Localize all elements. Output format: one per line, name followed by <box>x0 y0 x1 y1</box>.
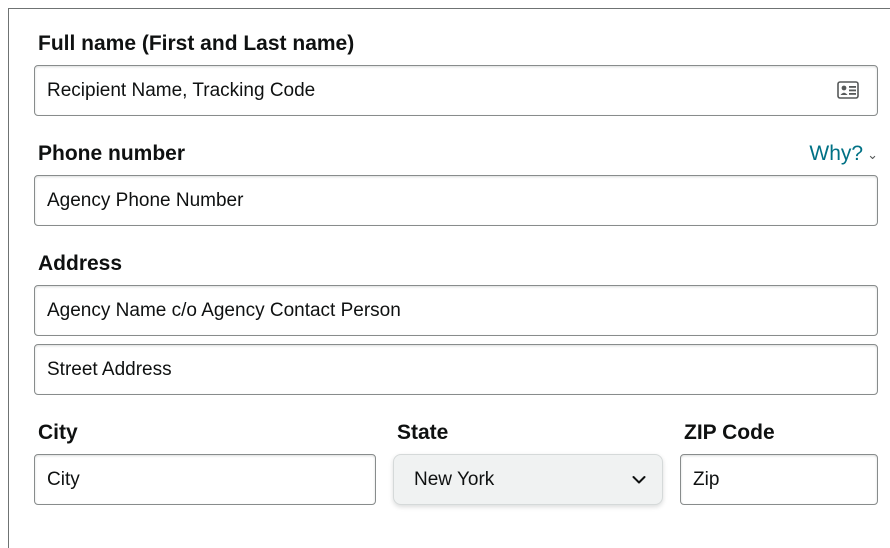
full-name-label: Full name (First and Last name) <box>38 32 355 55</box>
chevron-down-icon <box>632 475 646 483</box>
state-selected-value: New York <box>414 468 495 490</box>
zip-code-value: Zip <box>693 468 720 490</box>
state-select[interactable]: New York <box>393 454 663 505</box>
address-line1-value: Agency Name c/o Agency Contact Person <box>47 299 401 321</box>
phone-number-label: Phone number <box>38 142 186 165</box>
zip-code-label: ZIP Code <box>684 421 775 444</box>
address-line2-value: Street Address <box>47 358 172 380</box>
address-line1-input[interactable]: Agency Name c/o Agency Contact Person <box>34 285 878 336</box>
city-label: City <box>38 421 78 444</box>
full-name-input[interactable]: Recipient Name, Tracking Code <box>34 65 878 116</box>
why-link[interactable]: Why? ⌄ <box>809 142 878 166</box>
phone-number-input[interactable]: Agency Phone Number <box>34 175 878 226</box>
address-label: Address <box>38 252 123 275</box>
contact-card-icon[interactable] <box>837 81 859 99</box>
chevron-down-icon: ⌄ <box>867 147 878 162</box>
state-label: State <box>397 421 449 444</box>
why-link-text[interactable]: Why? <box>809 142 863 166</box>
city-input[interactable]: City <box>34 454 376 505</box>
phone-number-value: Agency Phone Number <box>47 189 244 211</box>
address-line2-input[interactable]: Street Address <box>34 344 878 395</box>
city-value: City <box>47 468 80 490</box>
full-name-value: Recipient Name, Tracking Code <box>47 79 316 101</box>
zip-code-input[interactable]: Zip <box>680 454 878 505</box>
